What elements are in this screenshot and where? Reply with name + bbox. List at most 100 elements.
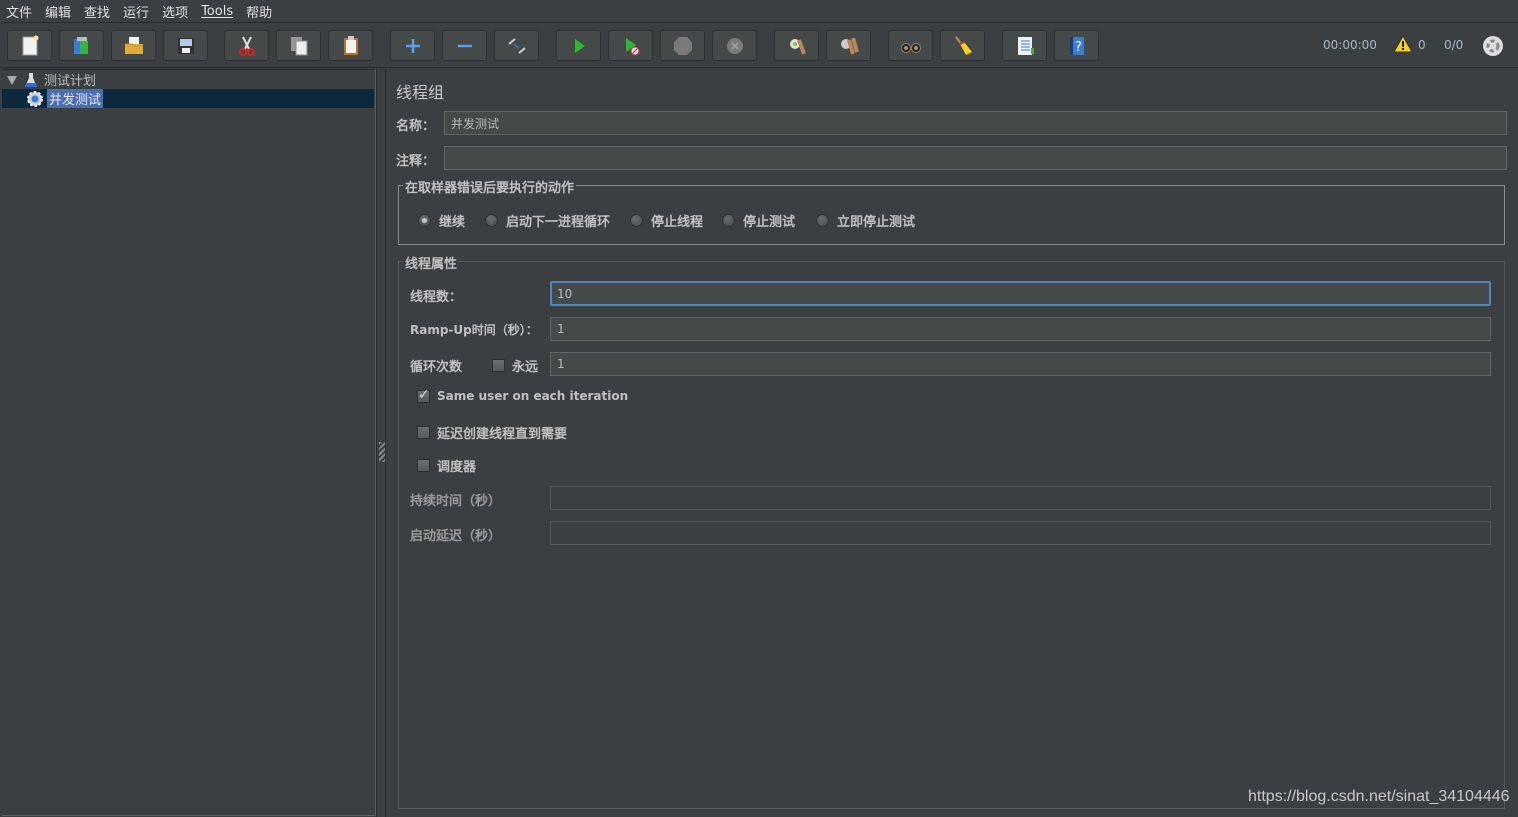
shutdown-icon	[726, 37, 743, 54]
radio-label: 启动下一进程循环	[506, 215, 611, 230]
page-title: 线程组	[396, 83, 445, 102]
reset-search-button[interactable]	[940, 30, 985, 61]
name-label: 名称：	[396, 119, 436, 134]
paste-icon	[343, 35, 358, 55]
shutdown-button[interactable]	[712, 30, 757, 61]
startup-delay-label: 启动延迟（秒）	[410, 529, 502, 544]
comment-field[interactable]	[444, 146, 1507, 170]
help-button[interactable]: ?	[1054, 30, 1099, 61]
tree-node-thread-group[interactable]: 并发测试	[2, 89, 374, 108]
tree-node-test-plan[interactable]: 测试计划	[2, 70, 374, 89]
stop-button[interactable]	[660, 30, 705, 61]
collapse-button[interactable]	[442, 30, 487, 61]
function-helper-button[interactable]	[1002, 30, 1047, 61]
binoculars-icon	[900, 42, 921, 53]
save-button[interactable]	[163, 30, 208, 61]
menu-run[interactable]: 运行	[123, 2, 149, 21]
clear-button[interactable]	[774, 30, 819, 61]
expand-button[interactable]	[390, 30, 435, 61]
clear-icon	[789, 38, 806, 55]
flask-icon	[25, 72, 37, 87]
scissors-icon	[238, 36, 255, 56]
delay-label: 延迟创建线程直到需要	[437, 427, 568, 442]
checkbox[interactable]	[417, 426, 430, 439]
radio-label: 继续	[439, 215, 466, 230]
menu-tools[interactable]: Tools	[201, 4, 233, 19]
scheduler-checkbox[interactable]: 调度器	[417, 456, 476, 475]
clear-all-icon	[840, 36, 859, 55]
splitter-grip-icon[interactable]	[379, 442, 385, 462]
checkbox[interactable]	[417, 387, 430, 403]
warning-icon[interactable]	[1393, 35, 1413, 53]
start-button[interactable]	[556, 30, 601, 61]
svg-text:?: ?	[1075, 40, 1082, 55]
thread-properties-title: 线程属性	[403, 253, 460, 272]
toggle-button[interactable]	[494, 30, 539, 61]
radio-button[interactable]	[485, 214, 498, 227]
delay-thread-creation-checkbox[interactable]: 延迟创建线程直到需要	[417, 423, 567, 442]
radio-button[interactable]	[418, 214, 431, 227]
new-file-icon	[22, 35, 38, 55]
name-field[interactable]	[444, 111, 1507, 135]
save-icon	[177, 37, 194, 54]
comment-label: 注释：	[396, 154, 436, 169]
play-no-timers-icon	[625, 37, 639, 55]
elapsed-time: 00:00:00	[1323, 38, 1377, 52]
duration-field[interactable]	[550, 486, 1491, 510]
thread-count-label: 线程数：	[410, 290, 463, 305]
checkbox[interactable]	[417, 459, 430, 472]
open-button[interactable]	[111, 30, 156, 61]
radio-continue[interactable]: 继续	[418, 211, 465, 230]
list-icon	[1017, 36, 1034, 55]
sampler-error-action-group: 在取样器错误后要执行的动作 继续 启动下一进程循环 停止线程 停止测试 立即停止…	[398, 177, 1505, 245]
forever-checkbox[interactable]: 永远	[492, 356, 538, 375]
new-button[interactable]	[7, 30, 52, 61]
thread-count-field[interactable]	[550, 281, 1491, 306]
search-button[interactable]	[888, 30, 933, 61]
startup-delay-field[interactable]	[550, 521, 1491, 545]
split-pane-divider[interactable]	[376, 69, 386, 817]
templates-button[interactable]	[59, 30, 104, 61]
cut-button[interactable]	[224, 30, 269, 61]
ramp-up-label: Ramp-Up时间（秒）：	[410, 323, 538, 337]
clear-all-button[interactable]	[826, 30, 871, 61]
templates-icon	[73, 36, 88, 54]
radio-button[interactable]	[816, 214, 829, 227]
radio-stop-thread[interactable]: 停止线程	[630, 211, 703, 230]
start-no-pauses-button[interactable]	[608, 30, 653, 61]
loop-count-label: 循环次数	[410, 360, 463, 375]
duration-label: 持续时间（秒）	[410, 494, 502, 509]
same-user-checkbox[interactable]: Same user on each iteration	[417, 387, 628, 403]
ramp-up-field[interactable]	[550, 317, 1491, 341]
expand-triangle-icon[interactable]	[6, 74, 18, 86]
menu-options[interactable]: 选项	[162, 2, 188, 21]
menu-file[interactable]: 文件	[6, 2, 32, 21]
toolbar: ? 00:00:00 0 0/0	[0, 24, 1518, 68]
checkbox[interactable]	[492, 359, 505, 372]
help-book-icon: ?	[1069, 36, 1084, 55]
gear-icon	[27, 90, 43, 107]
radio-start-next-loop[interactable]: 启动下一进程循环	[485, 211, 610, 230]
plus-icon	[405, 38, 420, 53]
open-folder-icon	[124, 36, 143, 54]
menu-edit[interactable]: 编辑	[45, 2, 71, 21]
radio-label: 立即停止测试	[837, 215, 916, 230]
copy-button[interactable]	[276, 30, 321, 61]
tree-label-thread-group: 并发测试	[47, 89, 104, 108]
menu-search[interactable]: 查找	[84, 2, 110, 21]
radio-button[interactable]	[722, 214, 735, 227]
broom-icon	[954, 35, 972, 55]
toggle-icon	[507, 37, 526, 54]
radio-button[interactable]	[630, 214, 643, 227]
thread-group-panel: 线程组 名称： 注释： 在取样器错误后要执行的动作 继续 启动下一进程循环 停止…	[387, 69, 1518, 817]
paste-button[interactable]	[328, 30, 373, 61]
remote-status-icon[interactable]	[1482, 35, 1504, 57]
radio-label: 停止测试	[743, 215, 796, 230]
scheduler-label: 调度器	[437, 460, 477, 475]
active-threads: 0/0	[1444, 38, 1464, 52]
menu-help[interactable]: 帮助	[246, 2, 272, 21]
loop-count-field[interactable]	[550, 352, 1491, 376]
radio-stop-test[interactable]: 停止测试	[722, 211, 795, 230]
radio-stop-test-now[interactable]: 立即停止测试	[816, 211, 915, 230]
forever-label: 永远	[512, 360, 539, 375]
